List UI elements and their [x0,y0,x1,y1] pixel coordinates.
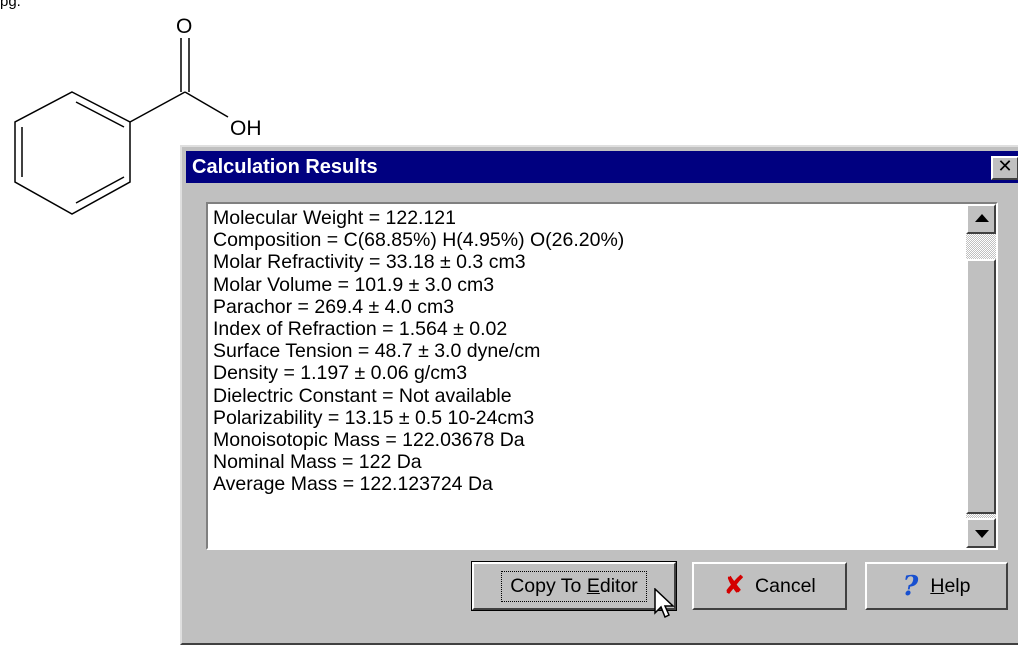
result-line: Molecular Weight = 122.121 [213,207,456,229]
result-line: Surface Tension = 48.7 ± 3.0 dyne/cm [213,340,541,363]
mouse-pointer-icon [654,588,675,619]
arrow-down-icon [975,530,989,538]
results-list-box[interactable]: Molecular Weight = 122.121 Composition =… [206,202,998,550]
dialog-titlebar[interactable]: Calculation Results ✕ [186,151,1018,183]
result-line: Polarizability = 13.15 ± 0.5 10-24cm3 [213,406,535,429]
close-button[interactable]: ✕ [991,156,1018,180]
cancel-button[interactable]: ✘ Cancel [692,562,847,610]
help-button[interactable]: ? Help [865,562,1008,610]
result-line: Index of Refraction = 1.564 ± 0.02 [213,318,508,341]
result-line: Monoisotopic Mass = 122.03678 Da [213,429,525,452]
close-icon: ✕ [997,156,1013,177]
result-line: Density = 1.197 ± 0.06 g/cm3 [213,362,468,385]
help-label: Help [930,575,970,598]
arrow-up-icon [975,214,989,222]
copy-accel-key: E [586,574,600,597]
scrollbar-thumb[interactable] [966,259,996,514]
result-line: Molar Refractivity = 33.18 ± 0.3 cm3 [213,251,526,274]
help-label-part: elp [944,574,971,597]
oxygen-label: O [176,15,192,38]
calculation-results-dialog: Calculation Results ✕ Molecular Weight =… [180,145,1018,645]
scroll-down-button[interactable] [966,518,996,548]
result-line: Average Mass = 122.123724 Da [213,473,493,496]
dialog-title: Calculation Results [192,156,378,178]
result-line: Molar Volume = 101.9 ± 3.0 cm3 [213,273,495,296]
help-accel-key: H [930,574,945,597]
red-x-icon: ✘ [723,571,746,601]
scroll-up-button[interactable] [966,204,996,234]
vertical-scrollbar[interactable] [966,204,996,548]
cancel-label: Cancel [755,574,816,597]
result-line: Composition = C(68.85%) H(4.95%) O(26.20… [213,229,625,252]
question-mark-icon: ? [902,570,919,602]
hydroxyl-label: OH [230,117,262,140]
result-line: Parachor = 269.4 ± 4.0 cm3 [213,295,455,318]
result-line: Nominal Mass = 122 Da [213,451,422,474]
copy-to-editor-button[interactable]: Copy To Editor [471,561,677,611]
results-list: Molecular Weight = 122.121 Composition =… [208,204,996,496]
copy-to-editor-label: Copy To Editor [501,570,647,602]
copy-label-part: Copy To [510,574,587,597]
copy-label-part: ditor [599,574,638,597]
result-line: Dielectric Constant = Not available [213,384,512,407]
